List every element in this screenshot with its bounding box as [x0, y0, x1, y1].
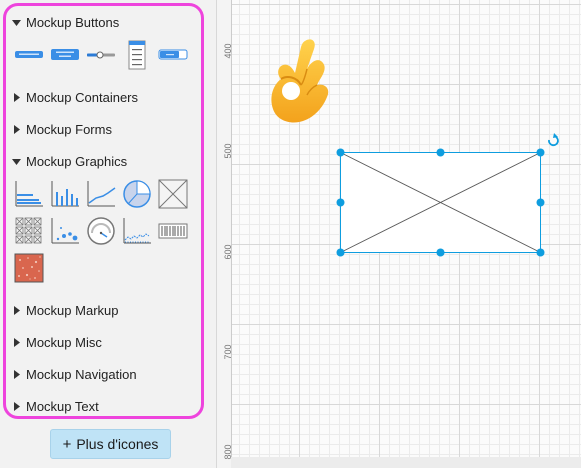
triangle-down-icon — [12, 157, 24, 166]
section-label: Mockup Containers — [26, 89, 138, 105]
triangle-right-icon — [12, 305, 24, 315]
mockup-graphics-palette-row2 — [14, 216, 188, 251]
button-shape-icon[interactable] — [14, 40, 44, 75]
line-chart-icon[interactable] — [86, 179, 116, 214]
triangle-down-icon — [12, 18, 24, 27]
more-shapes-button[interactable]: + Plus d'icones — [50, 429, 171, 459]
resize-handle-ne[interactable] — [536, 148, 545, 157]
resize-handle-n[interactable] — [436, 148, 445, 157]
rotate-handle-icon[interactable] — [548, 133, 559, 147]
resize-handle-sw[interactable] — [336, 248, 345, 257]
section-label: Mockup Navigation — [26, 366, 137, 382]
section-label: Mockup Misc — [26, 334, 102, 350]
pie-chart-icon[interactable] — [122, 179, 152, 214]
mockup-graphics-palette-row3 — [14, 253, 44, 288]
slider-shape-icon[interactable] — [86, 40, 116, 75]
resize-handle-se[interactable] — [536, 248, 545, 257]
section-mockup-graphics[interactable]: Mockup Graphics — [12, 150, 127, 172]
triangle-right-icon — [12, 369, 24, 379]
mockup-graphics-palette-row1 — [14, 179, 188, 214]
mockup-buttons-palette — [14, 40, 188, 75]
gauge-icon[interactable] — [86, 216, 116, 251]
triangle-right-icon — [12, 124, 24, 134]
section-label: Mockup Forms — [26, 121, 112, 137]
bar-chart-icon[interactable] — [14, 179, 44, 214]
selected-shape-layer — [336, 133, 559, 257]
column-chart-icon[interactable] — [50, 179, 80, 214]
section-label: Mockup Buttons — [26, 14, 120, 30]
section-label: Mockup Graphics — [26, 153, 128, 169]
triangle-right-icon — [12, 92, 24, 102]
barcode-icon[interactable] — [158, 216, 188, 251]
plus-icon: + — [62, 435, 72, 453]
two-line-button-shape-icon[interactable] — [50, 40, 80, 75]
section-mockup-containers[interactable]: Mockup Containers — [12, 86, 138, 108]
resize-handle-e[interactable] — [536, 198, 545, 207]
drawing-canvas[interactable]: 400 500 600 700 800 — [217, 0, 581, 468]
horizontal-scrollbar[interactable] — [231, 457, 581, 468]
more-shapes-label: Plus d'icones — [76, 436, 159, 452]
image-placeholder-shape[interactable] — [340, 152, 541, 253]
section-mockup-buttons[interactable]: Mockup Buttons — [12, 11, 119, 33]
icon-grid-icon[interactable] — [14, 216, 44, 251]
section-mockup-misc[interactable]: Mockup Misc — [12, 331, 102, 353]
section-mockup-markup[interactable]: Mockup Markup — [12, 299, 118, 321]
resize-handle-s[interactable] — [436, 248, 445, 257]
triangle-right-icon — [12, 401, 24, 411]
section-mockup-text[interactable]: Mockup Text — [12, 395, 99, 417]
section-label: Mockup Text — [26, 398, 99, 414]
scatter-chart-icon[interactable] — [50, 216, 80, 251]
resize-handle-nw[interactable] — [336, 148, 345, 157]
toggle-button-shape-icon[interactable] — [158, 40, 188, 75]
list-box-shape-icon[interactable] — [122, 40, 152, 75]
section-mockup-forms[interactable]: Mockup Forms — [12, 118, 112, 140]
resize-handle-w[interactable] — [336, 198, 345, 207]
image-placeholder-icon[interactable] — [158, 179, 188, 214]
section-mockup-navigation[interactable]: Mockup Navigation — [12, 363, 137, 385]
triangle-right-icon — [12, 337, 24, 347]
texture-image-icon[interactable] — [14, 253, 44, 288]
area-chart-icon[interactable] — [122, 216, 152, 251]
shape-library-sidebar: Mockup Buttons Mockup Containers Mockup … — [0, 0, 217, 468]
section-label: Mockup Markup — [26, 302, 119, 318]
